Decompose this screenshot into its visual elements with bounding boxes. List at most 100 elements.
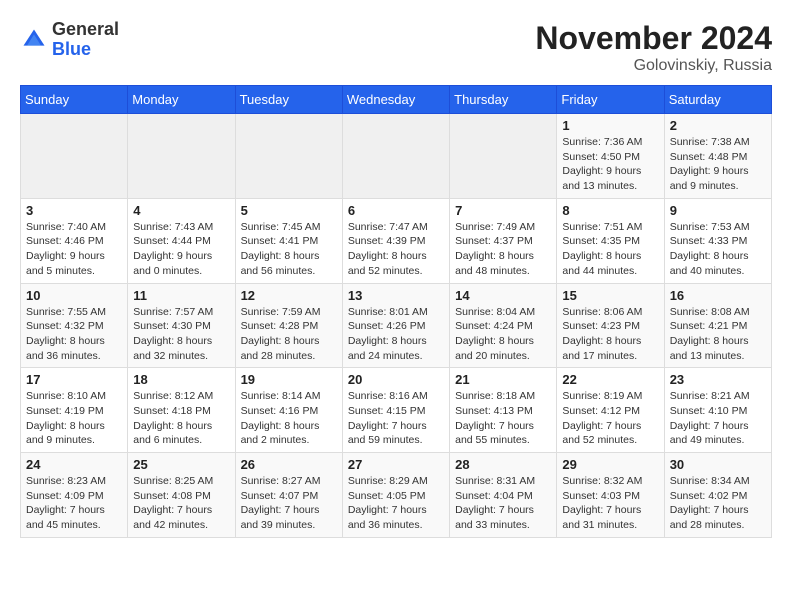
calendar-day-cell: 8 Sunrise: 7:51 AM Sunset: 4:35 PM Daylig… <box>557 198 664 283</box>
calendar-day-cell <box>342 114 449 199</box>
day-info: Sunrise: 7:45 AM Sunset: 4:41 PM Dayligh… <box>241 220 337 279</box>
day-info: Sunrise: 7:43 AM Sunset: 4:44 PM Dayligh… <box>133 220 229 279</box>
day-number: 13 <box>348 288 444 303</box>
calendar-day-cell: 17 Sunrise: 8:10 AM Sunset: 4:19 PM Dayli… <box>21 368 128 453</box>
calendar-week-row: 3 Sunrise: 7:40 AM Sunset: 4:46 PM Daylig… <box>21 198 772 283</box>
day-of-week-header: Monday <box>128 86 235 114</box>
calendar-day-cell: 19 Sunrise: 8:14 AM Sunset: 4:16 PM Dayli… <box>235 368 342 453</box>
day-number: 14 <box>455 288 551 303</box>
day-info: Sunrise: 8:27 AM Sunset: 4:07 PM Dayligh… <box>241 474 337 533</box>
day-number: 25 <box>133 457 229 472</box>
day-info: Sunrise: 8:25 AM Sunset: 4:08 PM Dayligh… <box>133 474 229 533</box>
day-number: 29 <box>562 457 658 472</box>
calendar-week-row: 1Sunrise: 7:36 AM Sunset: 4:50 PM Daylig… <box>21 114 772 199</box>
day-of-week-header: Saturday <box>664 86 771 114</box>
day-number: 26 <box>241 457 337 472</box>
calendar-week-row: 17 Sunrise: 8:10 AM Sunset: 4:19 PM Dayli… <box>21 368 772 453</box>
calendar-week-row: 10 Sunrise: 7:55 AM Sunset: 4:32 PM Dayli… <box>21 283 772 368</box>
month-year-title: November 2024 <box>535 20 772 57</box>
calendar-table: SundayMondayTuesdayWednesdayThursdayFrid… <box>20 85 772 538</box>
day-info: Sunrise: 8:01 AM Sunset: 4:26 PM Dayligh… <box>348 305 444 364</box>
day-info: Sunrise: 7:57 AM Sunset: 4:30 PM Dayligh… <box>133 305 229 364</box>
calendar-week-row: 24 Sunrise: 8:23 AM Sunset: 4:09 PM Dayli… <box>21 453 772 538</box>
day-info: Sunrise: 7:49 AM Sunset: 4:37 PM Dayligh… <box>455 220 551 279</box>
day-number: 1 <box>562 118 658 133</box>
day-number: 11 <box>133 288 229 303</box>
calendar-day-cell: 22Sunrise: 8:19 AM Sunset: 4:12 PM Dayli… <box>557 368 664 453</box>
day-number: 8 <box>562 203 658 218</box>
logo-text: General Blue <box>52 20 119 60</box>
day-number: 19 <box>241 372 337 387</box>
day-number: 10 <box>26 288 122 303</box>
day-number: 30 <box>670 457 766 472</box>
day-info: Sunrise: 8:14 AM Sunset: 4:16 PM Dayligh… <box>241 389 337 448</box>
title-block: November 2024 Golovinskiy, Russia <box>535 20 772 75</box>
calendar-day-cell: 26 Sunrise: 8:27 AM Sunset: 4:07 PM Dayli… <box>235 453 342 538</box>
calendar-day-cell: 30 Sunrise: 8:34 AM Sunset: 4:02 PM Dayli… <box>664 453 771 538</box>
day-of-week-header: Sunday <box>21 86 128 114</box>
calendar-day-cell <box>128 114 235 199</box>
day-info: Sunrise: 8:21 AM Sunset: 4:10 PM Dayligh… <box>670 389 766 448</box>
calendar-day-cell: 21 Sunrise: 8:18 AM Sunset: 4:13 PM Dayli… <box>450 368 557 453</box>
calendar-body: 1Sunrise: 7:36 AM Sunset: 4:50 PM Daylig… <box>21 114 772 538</box>
calendar-day-cell: 5 Sunrise: 7:45 AM Sunset: 4:41 PM Daylig… <box>235 198 342 283</box>
location-subtitle: Golovinskiy, Russia <box>535 57 772 75</box>
calendar-day-cell: 3 Sunrise: 7:40 AM Sunset: 4:46 PM Daylig… <box>21 198 128 283</box>
calendar-day-cell: 7Sunrise: 7:49 AM Sunset: 4:37 PM Daylig… <box>450 198 557 283</box>
calendar-day-cell: 27 Sunrise: 8:29 AM Sunset: 4:05 PM Dayli… <box>342 453 449 538</box>
day-info: Sunrise: 7:47 AM Sunset: 4:39 PM Dayligh… <box>348 220 444 279</box>
calendar-day-cell: 18 Sunrise: 8:12 AM Sunset: 4:18 PM Dayli… <box>128 368 235 453</box>
day-number: 5 <box>241 203 337 218</box>
day-info: Sunrise: 8:23 AM Sunset: 4:09 PM Dayligh… <box>26 474 122 533</box>
day-number: 18 <box>133 372 229 387</box>
day-number: 4 <box>133 203 229 218</box>
calendar-day-cell: 28Sunrise: 8:31 AM Sunset: 4:04 PM Dayli… <box>450 453 557 538</box>
day-number: 21 <box>455 372 551 387</box>
day-info: Sunrise: 8:32 AM Sunset: 4:03 PM Dayligh… <box>562 474 658 533</box>
calendar-day-cell: 20 Sunrise: 8:16 AM Sunset: 4:15 PM Dayli… <box>342 368 449 453</box>
logo-general-text: General <box>52 20 119 40</box>
logo-blue-text: Blue <box>52 40 119 60</box>
day-number: 3 <box>26 203 122 218</box>
day-info: Sunrise: 8:04 AM Sunset: 4:24 PM Dayligh… <box>455 305 551 364</box>
logo-icon <box>20 26 48 54</box>
day-number: 24 <box>26 457 122 472</box>
calendar-day-cell: 14 Sunrise: 8:04 AM Sunset: 4:24 PM Dayli… <box>450 283 557 368</box>
day-info: Sunrise: 8:16 AM Sunset: 4:15 PM Dayligh… <box>348 389 444 448</box>
calendar-day-cell: 6Sunrise: 7:47 AM Sunset: 4:39 PM Daylig… <box>342 198 449 283</box>
calendar-day-cell <box>21 114 128 199</box>
day-of-week-header: Tuesday <box>235 86 342 114</box>
calendar-day-cell <box>235 114 342 199</box>
calendar-day-cell: 1Sunrise: 7:36 AM Sunset: 4:50 PM Daylig… <box>557 114 664 199</box>
day-info: Sunrise: 8:34 AM Sunset: 4:02 PM Dayligh… <box>670 474 766 533</box>
calendar-day-cell: 24 Sunrise: 8:23 AM Sunset: 4:09 PM Dayli… <box>21 453 128 538</box>
calendar-day-cell: 15 Sunrise: 8:06 AM Sunset: 4:23 PM Dayli… <box>557 283 664 368</box>
day-number: 20 <box>348 372 444 387</box>
day-number: 12 <box>241 288 337 303</box>
day-info: Sunrise: 7:59 AM Sunset: 4:28 PM Dayligh… <box>241 305 337 364</box>
day-number: 17 <box>26 372 122 387</box>
day-info: Sunrise: 7:55 AM Sunset: 4:32 PM Dayligh… <box>26 305 122 364</box>
calendar-day-cell <box>450 114 557 199</box>
day-number: 27 <box>348 457 444 472</box>
day-number: 9 <box>670 203 766 218</box>
day-info: Sunrise: 8:06 AM Sunset: 4:23 PM Dayligh… <box>562 305 658 364</box>
day-info: Sunrise: 7:51 AM Sunset: 4:35 PM Dayligh… <box>562 220 658 279</box>
calendar-day-cell: 2Sunrise: 7:38 AM Sunset: 4:48 PM Daylig… <box>664 114 771 199</box>
day-info: Sunrise: 8:18 AM Sunset: 4:13 PM Dayligh… <box>455 389 551 448</box>
calendar-day-cell: 10 Sunrise: 7:55 AM Sunset: 4:32 PM Dayli… <box>21 283 128 368</box>
day-number: 22 <box>562 372 658 387</box>
calendar-day-cell: 29 Sunrise: 8:32 AM Sunset: 4:03 PM Dayli… <box>557 453 664 538</box>
day-info: Sunrise: 7:40 AM Sunset: 4:46 PM Dayligh… <box>26 220 122 279</box>
day-number: 15 <box>562 288 658 303</box>
day-info: Sunrise: 8:10 AM Sunset: 4:19 PM Dayligh… <box>26 389 122 448</box>
day-of-week-header: Thursday <box>450 86 557 114</box>
logo: General Blue <box>20 20 119 60</box>
day-info: Sunrise: 8:12 AM Sunset: 4:18 PM Dayligh… <box>133 389 229 448</box>
day-info: Sunrise: 8:29 AM Sunset: 4:05 PM Dayligh… <box>348 474 444 533</box>
calendar-header: SundayMondayTuesdayWednesdayThursdayFrid… <box>21 86 772 114</box>
day-info: Sunrise: 7:53 AM Sunset: 4:33 PM Dayligh… <box>670 220 766 279</box>
day-number: 23 <box>670 372 766 387</box>
calendar-day-cell: 25 Sunrise: 8:25 AM Sunset: 4:08 PM Dayli… <box>128 453 235 538</box>
calendar-day-cell: 23 Sunrise: 8:21 AM Sunset: 4:10 PM Dayli… <box>664 368 771 453</box>
